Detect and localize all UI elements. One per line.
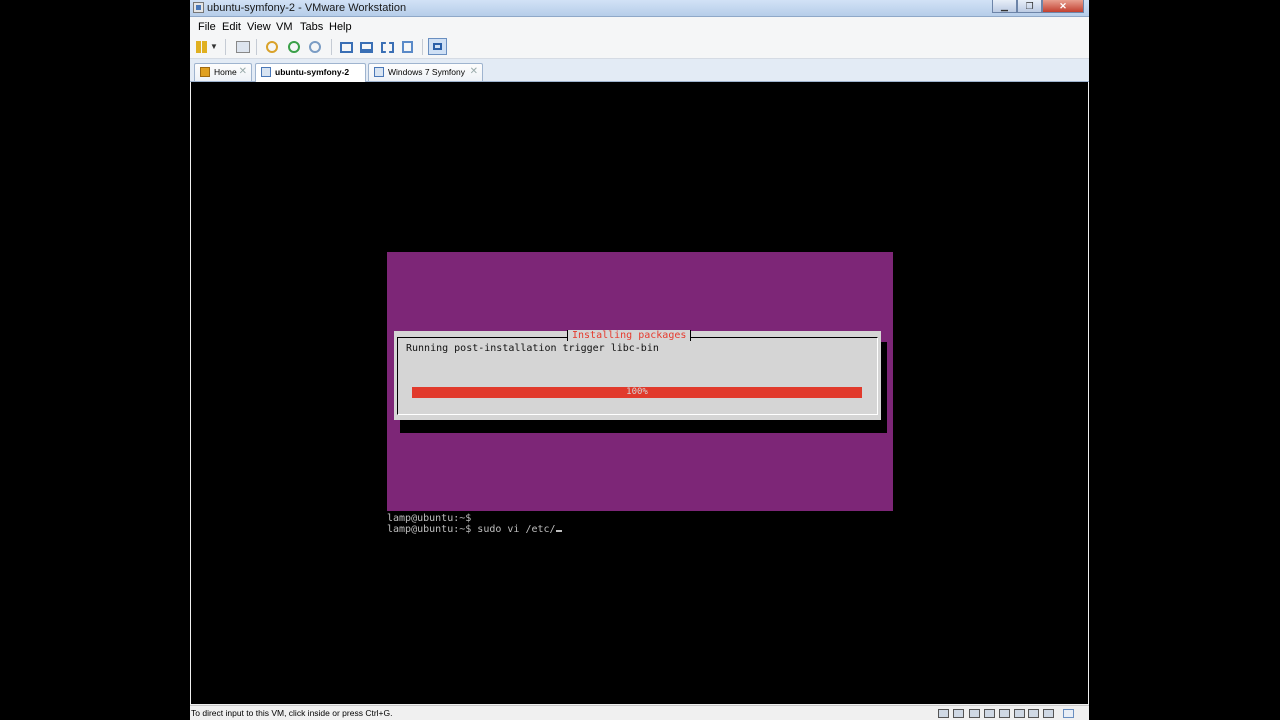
terminal-line: lamp@ubuntu:~$ sudo vi /etc/ — [387, 524, 556, 535]
vm-icon — [374, 67, 384, 77]
full-screen-icon[interactable] — [381, 42, 394, 53]
install-dialog: Installing packages Running post-install… — [394, 330, 881, 420]
tab-windows-7-symfony[interactable]: Windows 7 Symfony ✕ — [368, 63, 483, 81]
maximize-button[interactable]: ❐ — [1017, 0, 1042, 13]
thumbnail-bar-icon[interactable] — [360, 42, 373, 53]
cd-dvd-icon[interactable] — [953, 709, 964, 718]
vmware-window: ubuntu-symfony-2 - VMware Workstation ▁ … — [190, 0, 1089, 720]
toolbar: ▼ — [190, 36, 1089, 59]
tab-home[interactable]: Home ✕ — [194, 63, 252, 81]
vm-icon — [261, 67, 271, 77]
snapshot-manager-icon[interactable] — [309, 41, 321, 53]
terminal-line: lamp@ubuntu:~$ — [387, 513, 472, 524]
close-button[interactable]: ✕ — [1042, 0, 1084, 13]
power-icon[interactable] — [196, 41, 207, 53]
toolbar-separator — [331, 39, 332, 55]
menu-bar: File Edit View VM Tabs Help — [190, 17, 1089, 36]
toolbar-separator — [225, 39, 226, 55]
menu-vm[interactable]: VM — [276, 21, 293, 33]
menu-tabs[interactable]: Tabs — [300, 21, 323, 33]
send-ctrl-alt-del-icon[interactable] — [236, 41, 250, 53]
dialog-message: Running post-installation trigger libc-b… — [406, 343, 659, 354]
status-message: To direct input to this VM, click inside… — [191, 708, 393, 718]
dialog-title: Installing packages — [567, 330, 692, 341]
unity-icon[interactable] — [402, 41, 413, 53]
printer-icon[interactable] — [1028, 709, 1039, 718]
menu-help[interactable]: Help — [329, 21, 352, 33]
toolbar-separator — [422, 39, 423, 55]
tab-close-icon[interactable]: ✕ — [470, 66, 478, 77]
toolbar-separator — [256, 39, 257, 55]
progress-bar: 100% — [412, 387, 862, 398]
status-bar: To direct input to this VM, click inside… — [190, 705, 1089, 720]
progress-text: 100% — [626, 387, 648, 397]
tab-label: Windows 7 Symfony — [388, 67, 465, 77]
tab-label: ubuntu-symfony-2 — [275, 67, 350, 77]
terminal-cursor — [555, 530, 562, 532]
sound-card-icon[interactable] — [1014, 709, 1025, 718]
vmware-app-icon — [193, 2, 204, 13]
minimize-button[interactable]: ▁ — [992, 0, 1017, 13]
revert-snapshot-icon[interactable] — [288, 41, 300, 53]
message-log-icon[interactable] — [1063, 709, 1074, 718]
console-view-icon[interactable] — [428, 38, 447, 55]
window-title: ubuntu-symfony-2 - VMware Workstation — [207, 2, 407, 14]
tab-label: Home — [214, 67, 237, 77]
home-icon — [200, 67, 210, 77]
tab-ubuntu-symfony-2[interactable]: ubuntu-symfony-2 — [255, 63, 366, 82]
show-library-icon[interactable] — [340, 42, 353, 53]
tab-close-icon[interactable]: ✕ — [239, 66, 247, 77]
menu-file[interactable]: File — [198, 21, 216, 33]
floppy-icon[interactable] — [969, 709, 980, 718]
menu-view[interactable]: View — [247, 21, 271, 33]
snapshot-icon[interactable] — [266, 41, 278, 53]
network-adapter-icon[interactable] — [984, 709, 995, 718]
tab-bar: Home ✕ ubuntu-symfony-2 Windows 7 Symfon… — [190, 59, 1089, 82]
menu-edit[interactable]: Edit — [222, 21, 241, 33]
vm-console[interactable]: Installing packages Running post-install… — [191, 82, 1088, 704]
window-controls: ▁ ❐ ✕ — [992, 0, 1084, 14]
display-icon[interactable] — [1043, 709, 1054, 718]
power-dropdown-chevron-icon[interactable]: ▼ — [210, 41, 218, 53]
hard-disk-icon[interactable] — [938, 709, 949, 718]
title-bar: ubuntu-symfony-2 - VMware Workstation ▁ … — [190, 0, 1089, 17]
terminal-output: lamp@ubuntu:~$ lamp@ubuntu:~$ sudo vi /et… — [387, 513, 562, 535]
usb-controller-icon[interactable] — [999, 709, 1010, 718]
